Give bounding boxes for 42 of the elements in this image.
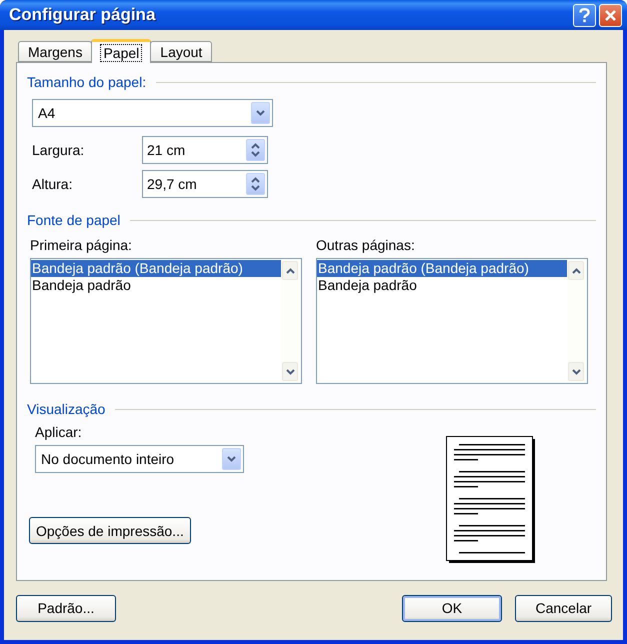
dialog-button[interactable]: Cancelar (515, 594, 612, 622)
tab[interactable]: Papel (91, 39, 152, 63)
scrollbar[interactable] (567, 259, 587, 383)
chevron-up-icon (572, 268, 580, 274)
number-field[interactable]: 29,7 cm (142, 170, 268, 198)
chevron-down-icon (572, 368, 580, 374)
close-button[interactable] (599, 4, 622, 26)
chevron-up-icon (251, 143, 260, 149)
help-icon (579, 8, 590, 22)
section-heading: Visualização (27, 401, 106, 417)
chevron-up-icon (251, 177, 260, 183)
chevron-down-icon (251, 151, 260, 157)
scrollbar[interactable] (281, 259, 301, 383)
chevron-down-icon (227, 456, 236, 462)
section-heading: Fonte de papel (27, 212, 120, 228)
list-item[interactable]: Bandeja padrão (317, 277, 567, 294)
apply-dropdown[interactable]: No documento inteiro (35, 445, 244, 473)
field-label: Aplicar: (35, 424, 83, 440)
field-label: Altura: (32, 176, 74, 192)
chevron-up-icon (286, 268, 294, 274)
list-label: Outras páginas: (316, 237, 416, 253)
paper-size-dropdown[interactable]: A4 (32, 99, 273, 127)
window-title: Configurar página (9, 5, 156, 25)
list-item[interactable]: Bandeja padrão (Bandeja padrão) (317, 260, 567, 277)
list-item[interactable]: Bandeja padrão (Bandeja padrão) (31, 260, 281, 277)
tab[interactable]: Layout (150, 41, 212, 62)
spin-button[interactable] (246, 173, 265, 195)
section-heading: Tamanho do papel: (27, 74, 146, 90)
close-icon (604, 8, 617, 22)
field-label: Largura: (32, 142, 86, 158)
dialog-button[interactable]: OK (402, 594, 502, 622)
spin-button[interactable] (246, 139, 265, 161)
print-options-button[interactable]: Opções de impressão... (29, 517, 191, 544)
help-button[interactable] (573, 4, 596, 26)
dialog-button[interactable]: Padrão... (16, 594, 116, 622)
chevron-down-icon (286, 368, 294, 374)
list-label: Primeira página: (30, 237, 133, 253)
list-item[interactable]: Bandeja padrão (31, 277, 281, 294)
chevron-down-icon (256, 110, 265, 116)
number-field[interactable]: 21 cm (142, 136, 268, 164)
tab[interactable]: Margens (18, 41, 92, 62)
chevron-down-icon (251, 185, 260, 191)
